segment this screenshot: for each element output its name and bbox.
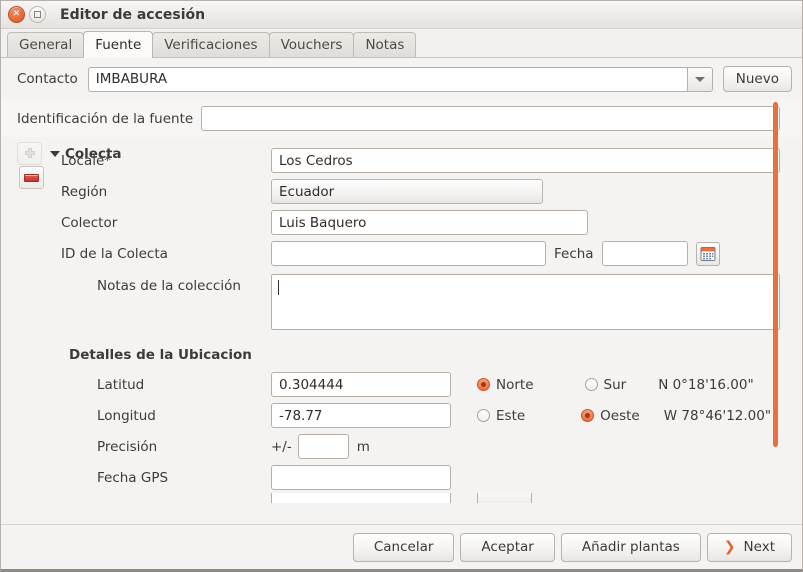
precision-unit: m xyxy=(356,438,370,455)
id-colecta-label: ID de la Colecta xyxy=(61,245,168,262)
longitud-label: Longitud xyxy=(97,407,156,424)
minus-icon xyxy=(24,173,39,182)
longitud-input[interactable]: -78.77 xyxy=(271,403,451,428)
radio-sur[interactable]: Sur xyxy=(584,376,627,393)
radio-este-indicator xyxy=(477,409,490,422)
plus-icon xyxy=(24,147,35,158)
chevron-right-icon: ❯ xyxy=(723,539,736,555)
radio-este-label: Este xyxy=(496,407,526,424)
radio-este[interactable]: Este xyxy=(477,408,525,424)
chevron-down-icon xyxy=(694,76,705,82)
tab-vouchers[interactable]: Vouchers xyxy=(268,32,355,57)
cancelar-button[interactable]: Cancelar xyxy=(352,532,455,562)
region-input[interactable]: Ecuador xyxy=(271,179,543,204)
id-colecta-input[interactable] xyxy=(271,241,546,266)
fecha-calendar-button[interactable] xyxy=(695,241,720,266)
tab-verificaciones[interactable]: Verificaciones xyxy=(152,32,270,57)
radio-norte-label: Norte xyxy=(496,376,534,393)
notas-coleccion-label: Notas de la colección xyxy=(97,278,241,294)
radio-norte-indicator xyxy=(477,378,490,391)
form-scroll-area[interactable]: Identificación de la fuente Colecta Loca… xyxy=(1,100,802,524)
colector-input[interactable]: Luis Baquero xyxy=(271,210,588,235)
latitud-label: Latitud xyxy=(97,376,145,393)
vertical-scrollbar-track[interactable] xyxy=(773,100,791,524)
radio-sur-label: Sur xyxy=(603,376,627,393)
remove-colecta-button[interactable] xyxy=(19,166,44,189)
contacto-row: Contacto IMBABURA Nuevo xyxy=(1,58,802,100)
clipped-input[interactable] xyxy=(271,493,451,503)
tab-bar: General Fuente Verificaciones Vouchers N… xyxy=(1,29,802,58)
precision-prefix: +/- xyxy=(271,438,292,455)
latitud-row: Latitud 0.304444 Norte Sur N 0°18'16.00" xyxy=(1,369,802,400)
fecha-label: Fecha xyxy=(554,245,594,262)
source-id-label: Identificación de la fuente xyxy=(17,110,194,127)
radio-sur-indicator xyxy=(584,378,598,391)
anadir-plantas-button[interactable]: Añadir plantas xyxy=(560,532,701,562)
fecha-input[interactable] xyxy=(601,241,688,266)
radio-norte[interactable]: Norte xyxy=(477,377,534,393)
colector-label: Colector xyxy=(61,214,118,231)
source-id-input[interactable] xyxy=(201,106,780,131)
vertical-scrollbar-thumb[interactable] xyxy=(773,102,778,447)
clipped-row xyxy=(1,493,802,503)
fuente-tab-panel: Contacto IMBABURA Nuevo Identificación d… xyxy=(1,58,802,524)
window-title: Editor de accesión xyxy=(60,6,206,23)
latitud-dms: N 0°18'16.00" xyxy=(658,376,754,393)
colecta-row-controls xyxy=(19,166,44,189)
text-caret xyxy=(278,280,279,295)
radio-oeste-indicator xyxy=(581,409,595,422)
contacto-dropdown-button[interactable] xyxy=(686,66,713,92)
colector-row: Colector Luis Baquero xyxy=(1,207,802,238)
contacto-input[interactable]: IMBABURA xyxy=(87,66,687,92)
tab-general[interactable]: General xyxy=(7,32,85,57)
fecha-gps-row: Fecha GPS xyxy=(1,462,802,493)
source-id-row: Identificación de la fuente xyxy=(1,100,802,137)
locale-label: Locale* xyxy=(61,152,112,169)
region-label: Región xyxy=(61,183,108,200)
locale-input[interactable]: Los Cedros xyxy=(271,148,780,173)
dialog-action-bar: Cancelar Aceptar Añadir plantas ❯ Next xyxy=(1,524,802,569)
radio-oeste-label: Oeste xyxy=(600,407,640,424)
nuevo-button[interactable]: Nuevo xyxy=(722,66,792,92)
latitud-input[interactable]: 0.304444 xyxy=(271,372,451,397)
accession-editor-window: ✕ Editor de accesión General Fuente Veri… xyxy=(0,0,803,572)
window-titlebar: ✕ Editor de accesión xyxy=(1,1,802,29)
precision-input[interactable] xyxy=(297,434,349,459)
ubicacion-section-title: Detalles de la Ubicacion xyxy=(69,347,252,363)
next-button[interactable]: ❯ Next xyxy=(706,532,792,562)
aceptar-button[interactable]: Aceptar xyxy=(460,532,555,562)
longitud-row: Longitud -78.77 Este Oeste W 78°46'12.00… xyxy=(1,400,802,431)
precision-row: Precisión +/- m xyxy=(1,431,802,462)
region-row: Región Ecuador xyxy=(1,176,802,207)
maximize-icon[interactable] xyxy=(29,6,46,23)
radio-oeste[interactable]: Oeste xyxy=(581,408,640,424)
close-icon[interactable]: ✕ xyxy=(8,6,25,23)
calendar-icon xyxy=(700,246,716,261)
add-colecta-button[interactable] xyxy=(17,142,42,165)
next-button-label: Next xyxy=(743,539,775,555)
id-colecta-row: ID de la Colecta Fecha xyxy=(1,238,802,269)
contacto-combobox[interactable]: IMBABURA xyxy=(87,66,713,92)
tab-fuente[interactable]: Fuente xyxy=(83,31,154,58)
notas-coleccion-row: Notas de la colección xyxy=(1,269,802,333)
notas-coleccion-textarea[interactable] xyxy=(271,274,780,330)
clipped-button[interactable] xyxy=(477,493,532,503)
fecha-gps-label: Fecha GPS xyxy=(97,469,169,486)
tab-notas[interactable]: Notas xyxy=(353,32,417,57)
longitud-dms: W 78°46'12.00" xyxy=(663,407,772,424)
fecha-gps-input[interactable] xyxy=(271,465,451,490)
contacto-label: Contacto xyxy=(17,71,78,87)
precision-label: Precisión xyxy=(97,438,158,455)
